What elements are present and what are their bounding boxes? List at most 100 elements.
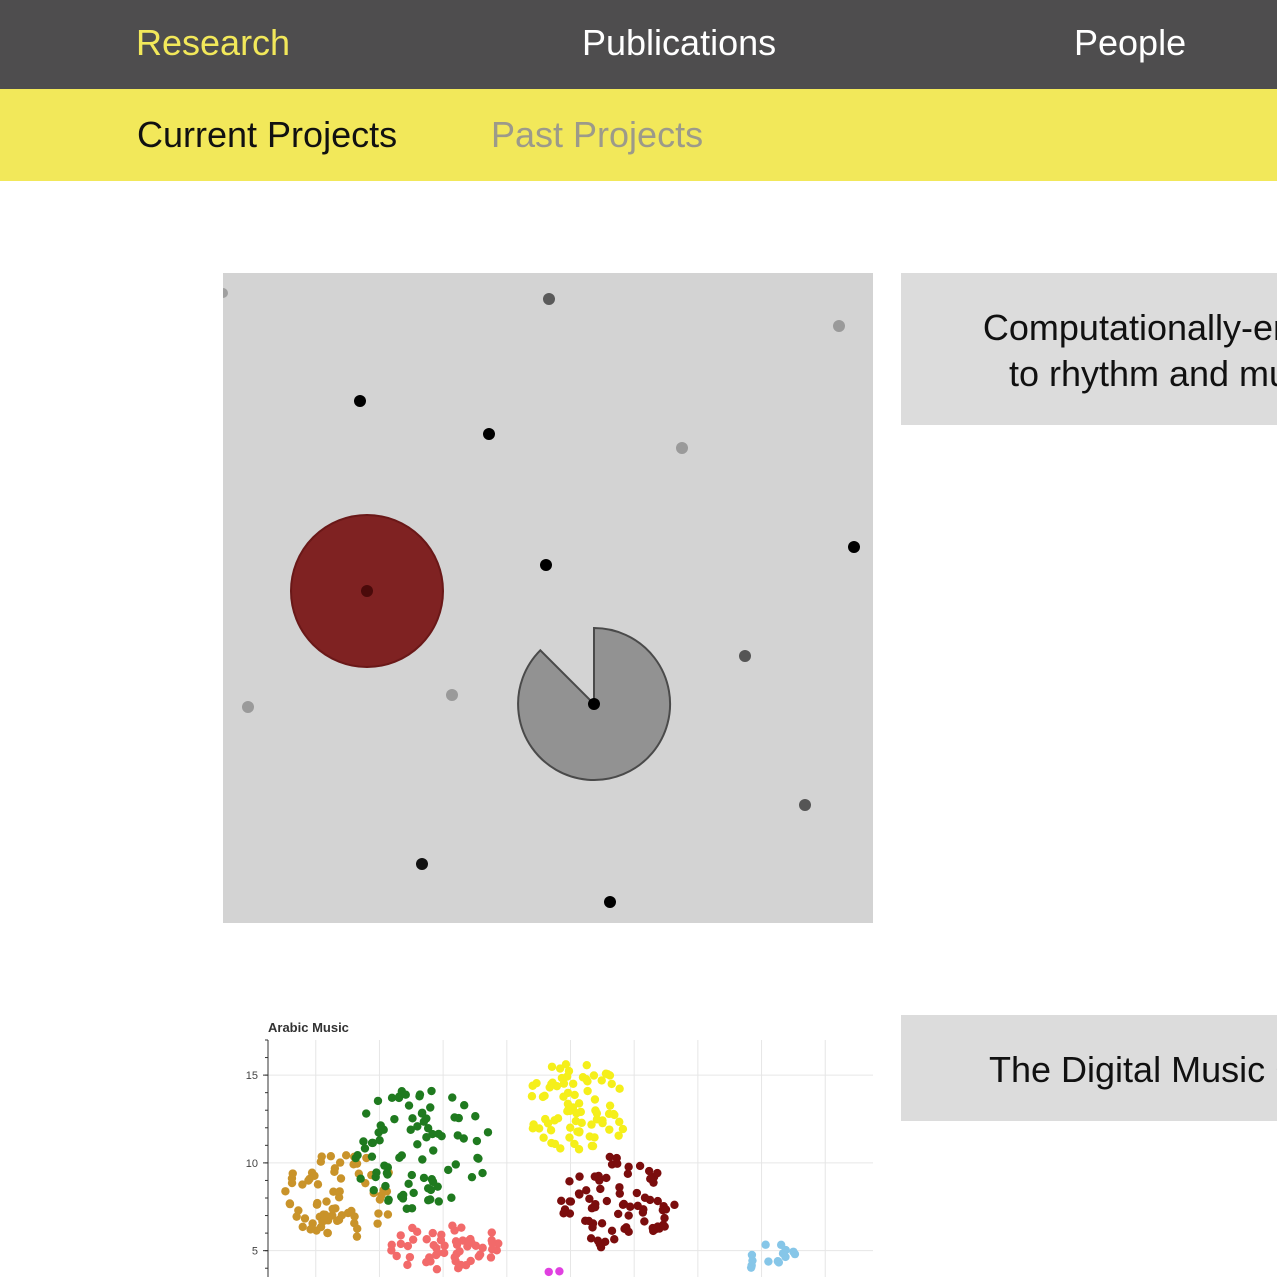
dot (354, 395, 366, 407)
data-point (451, 1160, 460, 1169)
data-point (335, 1158, 345, 1167)
data-point (328, 1204, 337, 1214)
dot (604, 896, 616, 908)
data-point (582, 1186, 591, 1195)
data-point (588, 1223, 597, 1232)
data-point (640, 1193, 650, 1202)
data-point (337, 1211, 347, 1220)
project-title-box-1[interactable]: Computationally-engato rhythm and mus (901, 273, 1277, 425)
y-tick-label: 5 (252, 1246, 258, 1258)
data-point (471, 1112, 480, 1121)
project-title-box-2[interactable]: The Digital Music C (901, 1015, 1277, 1121)
data-point (555, 1267, 564, 1276)
sub-nav: Current Projects Past Projects (0, 89, 1277, 181)
dot (676, 442, 688, 454)
data-point (560, 1205, 570, 1214)
data-point (418, 1155, 427, 1164)
project-title-2: The Digital Music C (989, 1049, 1277, 1090)
data-point (624, 1211, 633, 1220)
data-point (428, 1228, 437, 1238)
top-nav: Research Publications People (0, 0, 1277, 89)
data-point (661, 1205, 671, 1214)
data-point (434, 1197, 443, 1206)
data-point (417, 1108, 427, 1117)
data-point (610, 1110, 619, 1120)
data-point (383, 1170, 392, 1179)
data-point (577, 1118, 586, 1128)
data-point (610, 1235, 619, 1244)
data-point (776, 1240, 786, 1250)
data-point (392, 1251, 401, 1261)
data-point (305, 1174, 314, 1184)
data-point (467, 1172, 477, 1182)
data-point (747, 1250, 757, 1260)
data-point (598, 1118, 607, 1128)
data-point (341, 1151, 351, 1160)
data-point (353, 1224, 362, 1233)
data-point (374, 1209, 383, 1218)
data-point (553, 1114, 563, 1123)
data-point (635, 1161, 645, 1171)
dot (361, 585, 373, 597)
data-point (292, 1212, 301, 1221)
data-point (335, 1187, 344, 1196)
data-point (298, 1222, 307, 1232)
data-point (412, 1227, 422, 1237)
scatter-points (281, 1060, 800, 1277)
nav-research[interactable]: Research (136, 21, 290, 65)
data-point (639, 1205, 648, 1214)
nav-people[interactable]: People (1074, 21, 1186, 65)
data-point (565, 1123, 575, 1132)
data-point (605, 1125, 614, 1134)
data-point (564, 1066, 574, 1076)
subnav-past-projects[interactable]: Past Projects (491, 113, 703, 157)
data-point (407, 1170, 417, 1180)
data-point (426, 1195, 435, 1204)
data-point (422, 1133, 431, 1142)
data-point (581, 1216, 590, 1226)
data-point (423, 1184, 433, 1193)
data-point (427, 1086, 436, 1096)
data-point (653, 1196, 662, 1206)
data-point (764, 1257, 773, 1266)
dot (588, 698, 600, 710)
data-point (596, 1184, 605, 1194)
data-point (646, 1174, 655, 1183)
data-point (483, 1128, 493, 1137)
arabic-music-scatter-plot: Arabic Music 15 10 5 (246, 1020, 873, 1277)
data-point (404, 1101, 414, 1110)
data-point (373, 1096, 383, 1106)
data-point (359, 1137, 368, 1146)
data-point (419, 1173, 429, 1183)
data-point (559, 1079, 569, 1088)
data-point (487, 1236, 496, 1245)
data-point (426, 1257, 435, 1266)
data-point (601, 1069, 611, 1078)
data-point (614, 1131, 623, 1140)
data-point (487, 1228, 496, 1237)
data-point (316, 1157, 326, 1166)
nav-publications[interactable]: Publications (582, 21, 776, 65)
data-point (624, 1162, 633, 1172)
project-image-arabic-music[interactable]: Arabic Music 15 10 5 (223, 1000, 873, 1277)
data-point (592, 1109, 602, 1118)
data-point (336, 1174, 346, 1183)
data-point (607, 1079, 616, 1089)
data-point (602, 1196, 612, 1206)
data-point (589, 1071, 599, 1080)
y-axis: 15 10 5 (246, 1039, 269, 1277)
data-point (405, 1252, 415, 1262)
data-point (422, 1235, 431, 1244)
subnav-current-projects[interactable]: Current Projects (137, 113, 397, 157)
data-point (659, 1220, 668, 1230)
data-point (313, 1198, 322, 1208)
data-point (376, 1121, 385, 1130)
data-point (433, 1182, 442, 1191)
data-point (478, 1168, 487, 1178)
data-point (626, 1202, 635, 1211)
data-point (367, 1152, 377, 1161)
project-image-rhythm[interactable] (218, 273, 873, 923)
data-point (313, 1180, 323, 1189)
data-point (590, 1172, 600, 1181)
data-point (486, 1253, 496, 1262)
